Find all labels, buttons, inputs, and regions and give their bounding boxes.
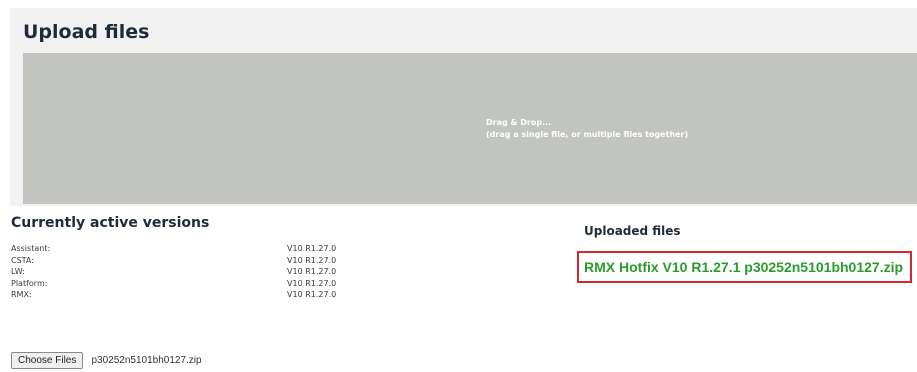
version-row-csta: CSTA: V10 R1.27.0	[11, 255, 371, 267]
version-row-lw: LW: V10 R1.27.0	[11, 266, 371, 278]
uploaded-file-link[interactable]: RMX Hotfix V10 R1.27.1 p30252n5101bh0127…	[584, 259, 903, 275]
version-label: CSTA:	[11, 255, 34, 265]
drop-zone-line-2: (drag a single file, or multiple files t…	[486, 130, 689, 139]
version-value: V10 R1.27.0	[287, 278, 337, 288]
version-label: RMX:	[11, 290, 32, 300]
drop-zone-line-1: Drag & Drop...	[486, 118, 552, 127]
version-row-platform: Platform: V10 R1.27.0	[11, 278, 371, 290]
file-picker: Choose Files p30252n5101bh0127.zip	[11, 352, 202, 372]
version-value: V10 R1.27.0	[287, 244, 337, 253]
versions-title: Currently active versions	[11, 215, 210, 231]
version-value: V10 R1.27.0	[287, 290, 337, 300]
uploaded-file-highlight: RMX Hotfix V10 R1.27.1 p30252n5101bh0127…	[577, 251, 912, 283]
version-row-assistant: Assistant: V10 R1.27.0	[11, 243, 371, 255]
drop-zone-text: Drag & Drop... (drag a single file, or m…	[486, 117, 688, 141]
version-label: Assistant:	[11, 244, 51, 253]
version-label: LW:	[11, 267, 25, 277]
drop-zone[interactable]: Drag & Drop... (drag a single file, or m…	[23, 53, 917, 204]
version-row-rmx: RMX: V10 R1.27.0	[11, 289, 371, 301]
version-value: V10 R1.27.0	[287, 255, 337, 265]
versions-list: Assistant: V10 R1.27.0 CSTA: V10 R1.27.0…	[11, 243, 371, 301]
uploaded-files-title: Uploaded files	[584, 224, 681, 238]
upload-title: Upload files	[23, 21, 150, 43]
version-label: Platform:	[11, 278, 48, 288]
version-value: V10 R1.27.0	[287, 267, 337, 277]
